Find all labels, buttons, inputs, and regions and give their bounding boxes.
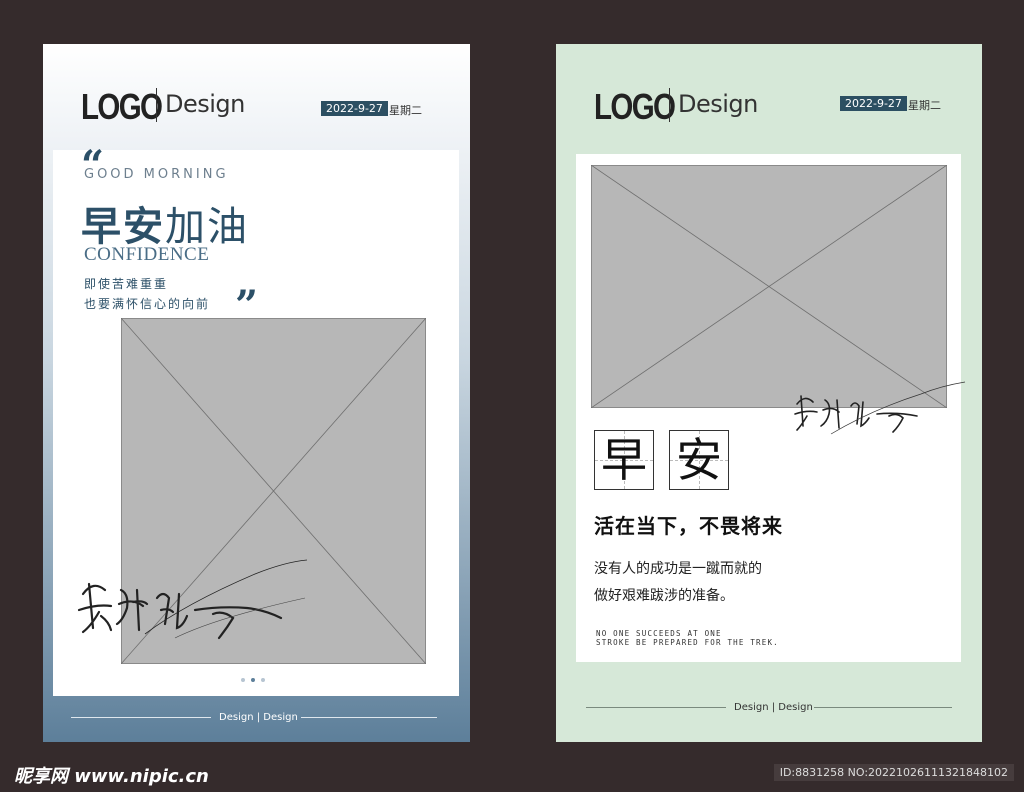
big-char-1: 早: [601, 433, 647, 487]
image-placeholder: [591, 165, 947, 408]
signature-handwriting: [791, 374, 971, 444]
weekday: 星期二: [908, 99, 941, 112]
greeting-en: GOOD MORNING: [84, 167, 229, 182]
footer-rule-right: [301, 717, 437, 718]
poster-green: LOGO Design 2022-9-27 星期二 早 安 活在当下，不畏将来 …: [556, 44, 982, 742]
date-badge: 2022-9-27: [840, 96, 907, 111]
footer-rule-right: [814, 707, 952, 708]
footer-rule-left: [586, 707, 726, 708]
content-card: 早 安 活在当下，不畏将来 没有人的成功是一蹴而就的 做好艰难跋涉的准备。 NO…: [576, 154, 966, 662]
char-grid-box: 安: [669, 430, 729, 490]
subtitle-en: CONFIDENCE: [84, 244, 210, 265]
char-grid-box: 早: [594, 430, 654, 490]
pager-dot: [241, 678, 245, 682]
content-card: “ GOOD MORNING 早安加油 CONFIDENCE 即使苦难重重 也要…: [53, 146, 459, 696]
logo-divider: [156, 88, 157, 122]
slogan: 活在当下，不畏将来: [594, 514, 783, 538]
pager-dot-active: [251, 678, 255, 682]
logo: LOGO: [594, 86, 676, 127]
english-line-2: STROKE BE PREPARED FOR THE TREK.: [596, 638, 779, 647]
signature-handwriting: [75, 554, 315, 644]
body-line-2: 做好艰难跋涉的准备。: [594, 588, 734, 604]
tagline-line-1: 即使苦难重重: [84, 277, 169, 291]
footer-rule-left: [71, 717, 211, 718]
footer-text: Design | Design: [219, 712, 298, 723]
watermark-site: 昵享网 www.nipic.cn: [14, 766, 209, 787]
pager-dot: [261, 678, 265, 682]
date-badge: 2022-9-27: [321, 101, 388, 116]
body-line-1: 没有人的成功是一蹴而就的: [594, 561, 762, 577]
design-wordmark: Design: [678, 90, 758, 118]
design-wordmark: Design: [165, 90, 245, 118]
english-line-1: NO ONE SUCCEEDS AT ONE: [596, 629, 722, 638]
poster-blue: LOGO Design 2022-9-27 星期二 “ GOOD MORNING…: [43, 44, 470, 742]
big-char-2: 安: [676, 433, 722, 487]
pager-dots: [241, 678, 265, 682]
watermark-id: ID:8831258 NO:20221026111321848102: [773, 764, 1014, 781]
tagline-line-2: 也要满怀信心的向前: [84, 297, 211, 311]
weekday: 星期二: [389, 104, 422, 117]
footer-text: Design | Design: [734, 702, 813, 713]
placeholder-cross-icon: [591, 165, 947, 408]
logo: LOGO: [81, 86, 163, 127]
logo-divider: [669, 88, 670, 122]
